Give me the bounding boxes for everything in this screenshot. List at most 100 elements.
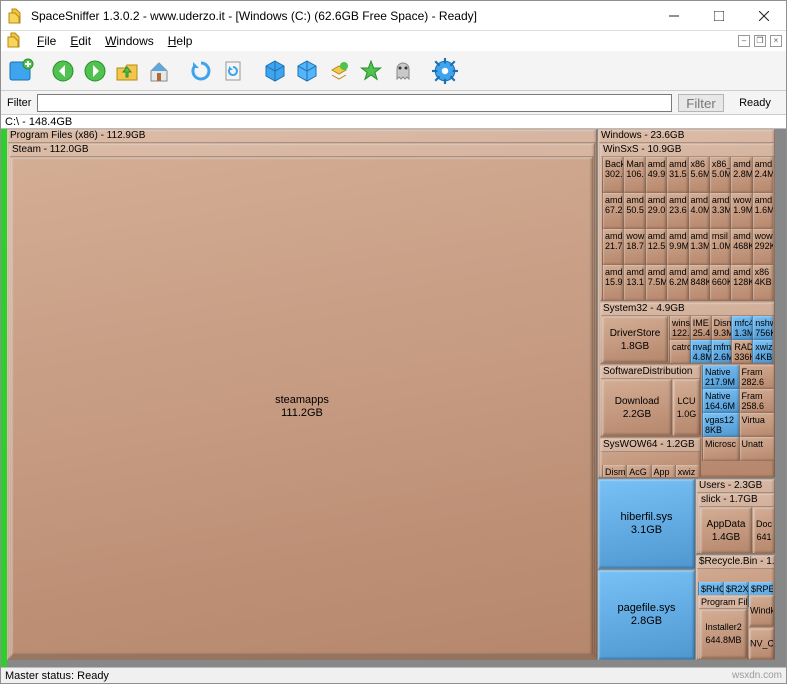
grid-cell[interactable]: amd3.3M	[709, 193, 730, 229]
grid-cell[interactable]: amd31.5	[666, 157, 687, 193]
grid-cell[interactable]: amd12.5	[645, 229, 666, 265]
block-programfiles2[interactable]: Program Files Installer2644.8MB	[698, 595, 748, 660]
menu-help[interactable]: Help	[168, 34, 193, 48]
grid-cell[interactable]: Virtua	[739, 413, 776, 437]
refresh-file-button[interactable]	[219, 57, 247, 85]
grid-cell[interactable]: nshw756K	[752, 316, 773, 340]
grid-cell[interactable]: Fram258.6	[739, 389, 776, 413]
grid-cell[interactable]: amd2.4M	[752, 157, 773, 193]
grid-cell[interactable]: wow18.7	[623, 229, 644, 265]
block-steam[interactable]: Steam - 112.0GB steamapps111.2GB	[9, 143, 595, 658]
block-installer2[interactable]: Installer2644.8MB	[700, 609, 747, 659]
block-nvc[interactable]: NV_C	[749, 628, 774, 660]
grid-cell[interactable]: App664K	[651, 465, 675, 478]
titlebar[interactable]: SpaceSniffer 1.3.0.2 - www.uderzo.it - […	[1, 1, 786, 31]
grid-cell[interactable]: Native217.9M	[702, 365, 739, 389]
block-doc[interactable]: Doc641	[753, 507, 775, 554]
filter-input[interactable]	[37, 94, 672, 112]
grid-cell[interactable]: amd4.0M	[688, 193, 709, 229]
grid-cell[interactable]: amd128K	[730, 265, 751, 301]
close-button[interactable]	[741, 1, 786, 30]
block-windk[interactable]: Windk	[749, 595, 774, 627]
block-users[interactable]: Users - 2.3GB slick - 1.7GB AppData1.4GB…	[696, 479, 775, 554]
grid-cell[interactable]: Microsc	[702, 437, 739, 461]
grid-cell[interactable]: amd1.3M	[688, 229, 709, 265]
grid-cell[interactable]: wins122.	[669, 316, 690, 340]
grid-cell[interactable]: amd50.5	[623, 193, 644, 229]
path-header[interactable]: C:\ - 148.4GB	[1, 115, 786, 129]
cube2-button[interactable]	[293, 57, 321, 85]
refresh-button[interactable]	[187, 57, 215, 85]
block-steamapps[interactable]: steamapps111.2GB	[11, 157, 593, 656]
grid-cell[interactable]: xwiz4KB	[675, 465, 699, 478]
grid-cell[interactable]: amd667.2M	[602, 193, 623, 229]
grid-cell[interactable]: amd468K	[730, 229, 751, 265]
treemap-arena[interactable]: Program Files (x86) - 112.9GB Steam - 11…	[1, 129, 786, 667]
maximize-button[interactable]	[696, 1, 741, 30]
star-button[interactable]	[357, 57, 385, 85]
block-download[interactable]: Download2.2GB	[602, 379, 672, 436]
grid-cell[interactable]: x865.6M	[688, 157, 709, 193]
block-syswow64[interactable]: SysWOW64 - 1.2GB Dism7.4MAcG2.2MApp664Kx…	[600, 438, 701, 478]
grid-cell[interactable]: amd7.5M	[645, 265, 666, 301]
up-button[interactable]	[113, 57, 141, 85]
home-button[interactable]	[145, 57, 173, 85]
block-hiberfil[interactable]: hiberfil.sys3.1GB	[598, 479, 695, 569]
back-button[interactable]	[49, 57, 77, 85]
grid-cell[interactable]: amd6.2M	[666, 265, 687, 301]
block-slick[interactable]: slick - 1.7GB AppData1.4GB Doc641	[698, 493, 775, 554]
menu-file[interactable]: File	[37, 34, 56, 48]
mdi-minimize-button[interactable]: –	[738, 35, 750, 47]
gear-button[interactable]	[431, 57, 459, 85]
new-scan-button[interactable]	[7, 57, 35, 85]
menu-windows[interactable]: Windows	[105, 34, 154, 48]
grid-cell[interactable]: Dism9.3M	[711, 316, 732, 340]
grid-cell[interactable]: AcG2.2M	[626, 465, 650, 478]
grid-cell[interactable]: Dism7.4M	[602, 465, 626, 478]
mdi-restore-button[interactable]: ❐	[754, 35, 766, 47]
grid-cell[interactable]: wow1.9M	[730, 193, 751, 229]
grid-cell[interactable]: amd1.6M	[752, 193, 773, 229]
grid-cell[interactable]: IME25.4	[690, 316, 711, 340]
grid-cell[interactable]: mfm2.6M	[711, 340, 732, 364]
block-recyclebin[interactable]: $Recycle.Bin - 1.5GB $RHO551.5$R2XI551.0…	[696, 555, 775, 660]
grid-cell[interactable]: x864KB	[752, 265, 773, 301]
grid-cell[interactable]: amd23.6	[666, 193, 687, 229]
grid-cell[interactable]: amd21.7	[602, 229, 623, 265]
block-softwaredist[interactable]: SoftwareDistribution Download2.2GB LCU1.…	[600, 365, 701, 437]
block-program-files[interactable]: Program Files (x86) - 112.9GB Steam - 11…	[7, 129, 597, 660]
grid-cell[interactable]: amd13.1	[623, 265, 644, 301]
mdi-close-button[interactable]: ×	[770, 35, 782, 47]
grid-cell[interactable]: Man106.	[623, 157, 644, 193]
grid-cell[interactable]: mfc41.3M	[731, 316, 752, 340]
grid-cell[interactable]: msil1.0M	[709, 229, 730, 265]
block-appdata[interactable]: AppData1.4GB	[700, 507, 752, 554]
grid-cell[interactable]: x86_5.0M	[709, 157, 730, 193]
block-pagefile[interactable]: pagefile.sys2.8GB	[598, 570, 695, 660]
block-winsxs[interactable]: WinSxS - 10.9GB Back302.0Man106.amd49.9a…	[600, 143, 775, 301]
forward-button[interactable]	[81, 57, 109, 85]
minimize-button[interactable]	[651, 1, 696, 30]
filter-button[interactable]: Filter	[678, 94, 724, 112]
grid-cell[interactable]: catro	[669, 340, 690, 364]
menu-edit[interactable]: Edit	[70, 34, 91, 48]
grid-cell[interactable]: Native164.6M	[702, 389, 739, 413]
grid-cell[interactable]: amd29.0	[645, 193, 666, 229]
grid-cell[interactable]: vgas128KB	[702, 413, 739, 437]
grid-cell[interactable]: xwiz4KB	[752, 340, 773, 364]
layers-button[interactable]	[325, 57, 353, 85]
block-system32[interactable]: System32 - 4.9GB DriverStore1.8GB wins12…	[600, 302, 775, 364]
block-lcu[interactable]: LCU1.0G	[673, 379, 700, 436]
grid-cell[interactable]: amd15.9	[602, 265, 623, 301]
grid-cell[interactable]: nvap4.8M	[690, 340, 711, 364]
grid-cell[interactable]: wow292K	[752, 229, 773, 265]
grid-cell[interactable]: amd660K	[709, 265, 730, 301]
grid-cell[interactable]: Fram282.6	[739, 365, 776, 389]
grid-cell[interactable]: RAD336K	[731, 340, 752, 364]
block-windows[interactable]: Windows - 23.6GB WinSxS - 10.9GB Back302…	[598, 129, 775, 478]
grid-cell[interactable]: amd848K	[688, 265, 709, 301]
ghost-button[interactable]	[389, 57, 417, 85]
grid-cell[interactable]: Unatt	[739, 437, 776, 461]
grid-cell[interactable]: Back302.0	[602, 157, 623, 193]
block-driverstore[interactable]: DriverStore1.8GB	[602, 316, 668, 363]
